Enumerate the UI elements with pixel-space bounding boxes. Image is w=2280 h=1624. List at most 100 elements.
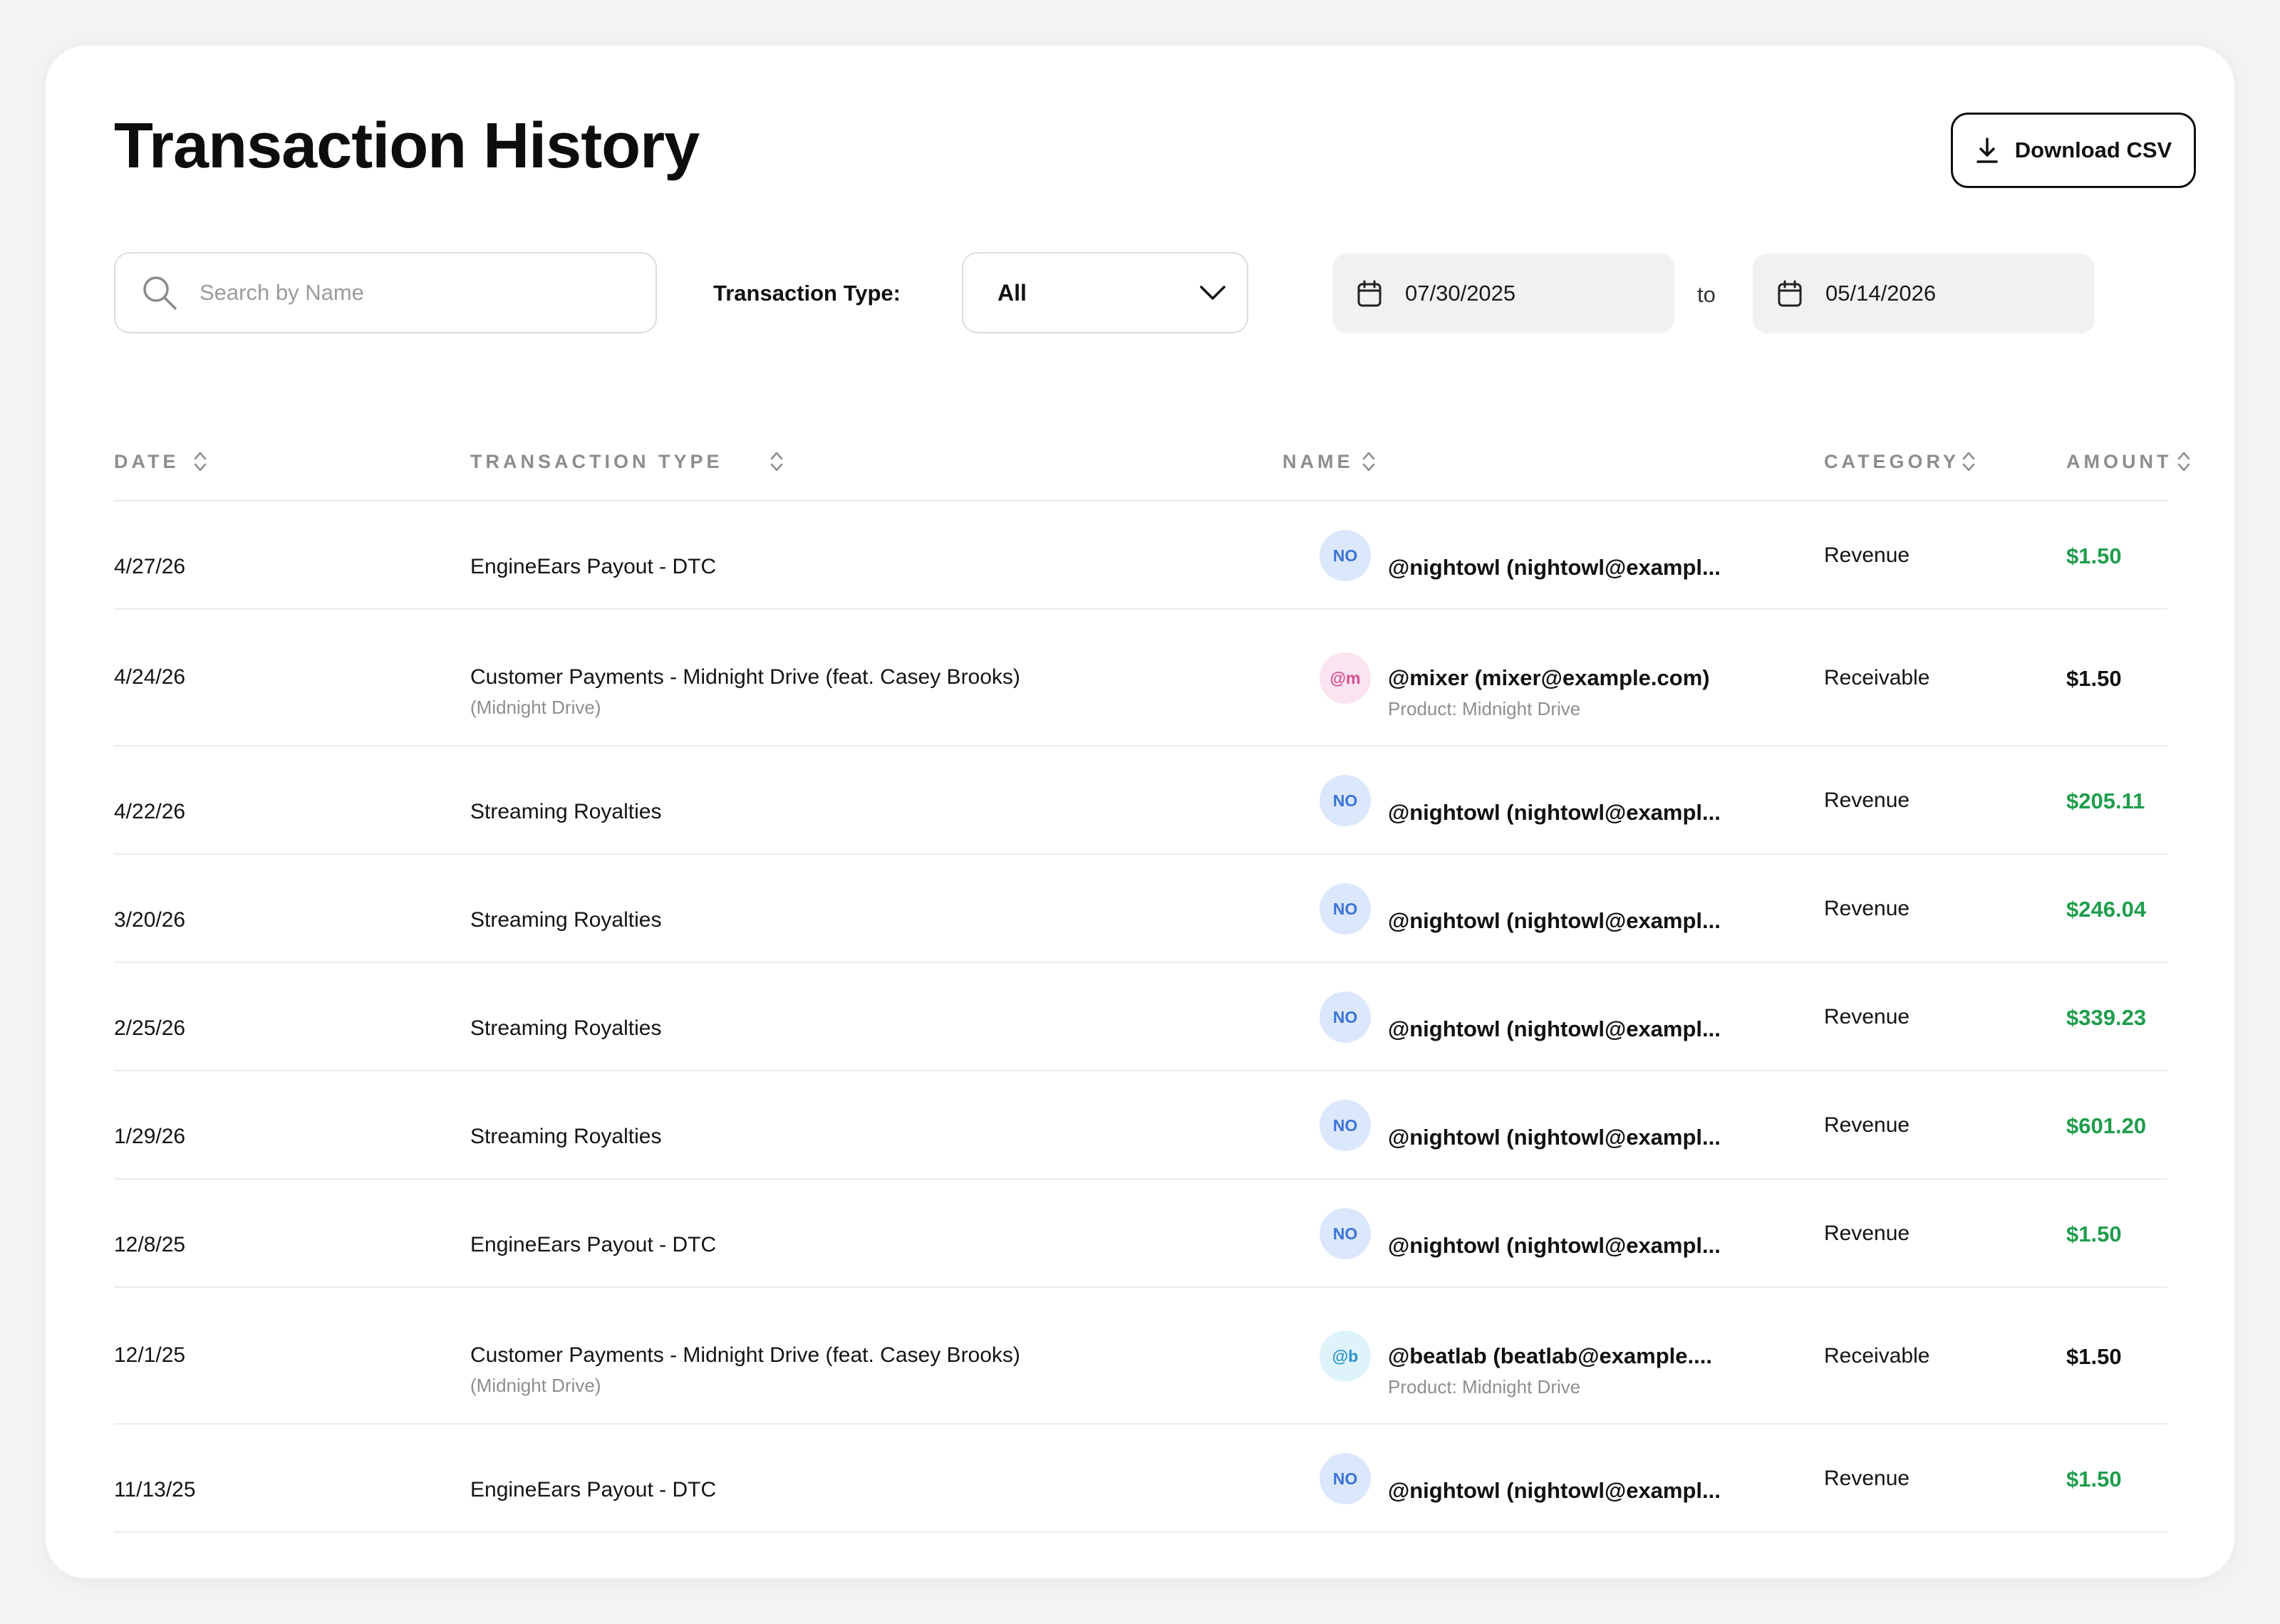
column-header-amount[interactable]: AMOUNT <box>2066 449 2192 474</box>
download-csv-button[interactable]: Download CSV <box>1951 113 2196 188</box>
transaction-type-text: EngineEars Payout - DTC <box>470 1233 717 1256</box>
row-amount: $1.50 <box>2066 1222 2122 1246</box>
row-date: 4/22/26 <box>114 800 186 823</box>
avatar: NO <box>1320 1453 1371 1504</box>
table-row[interactable]: 4/22/26 Streaming Royalties NO @nightowl (n… <box>114 746 2167 855</box>
transaction-type-subtext: (Midnight Drive) <box>470 697 601 718</box>
row-name[interactable]: @nightowl (nightowl@exampl... <box>1388 1233 1721 1259</box>
download-csv-label: Download CSV <box>2014 137 2172 162</box>
transaction-type-text: Streaming Royalties <box>470 1125 662 1148</box>
row-amount: $1.50 <box>2066 666 2122 691</box>
download-icon <box>1976 137 1998 163</box>
date-to-field[interactable]: 05/14/2026 <box>1753 254 2095 333</box>
transaction-type-subtext: (Midnight Drive) <box>470 1375 601 1396</box>
column-header-category[interactable]: CATEGORY <box>1824 449 1976 474</box>
transaction-type-text: Customer Payments - Midnight Drive (feat… <box>470 1343 1020 1367</box>
date-to-value: 05/14/2026 <box>1825 281 1937 306</box>
row-category: Revenue <box>1824 1467 1910 1490</box>
row-amount: $601.20 <box>2066 1113 2147 1138</box>
transaction-type-value: All <box>998 279 1027 306</box>
table-row[interactable]: 12/1/25 Customer Payments - Midnight Driv… <box>114 1288 2167 1425</box>
calendar-icon <box>1357 280 1382 307</box>
row-category: Receivable <box>1824 666 1930 689</box>
column-header-date[interactable]: DATE <box>114 449 208 474</box>
row-category: Revenue <box>1824 543 1910 567</box>
row-transaction-type: Streaming Royalties <box>470 800 661 824</box>
name-text: @beatlab (beatlab@example.... <box>1388 1343 1712 1368</box>
transactions-card: Transaction History Download CSV Transac… <box>46 46 2234 1578</box>
row-transaction-type: Streaming Royalties <box>470 908 661 932</box>
search-box[interactable] <box>114 252 657 333</box>
name-text: @nightowl (nightowl@exampl... <box>1388 1478 1721 1503</box>
avatar: @m <box>1320 652 1371 704</box>
row-name[interactable]: @mixer (mixer@example.com) Product: Midni… <box>1388 665 1710 720</box>
row-transaction-type: EngineEars Payout - DTC <box>470 555 716 579</box>
table-row[interactable]: 2/25/26 Streaming Royalties NO @nightowl (n… <box>114 963 2167 1071</box>
row-transaction-type: EngineEars Payout - DTC <box>470 1233 716 1257</box>
row-amount: $205.11 <box>2066 788 2145 813</box>
name-subtext: Product: Midnight Drive <box>1388 698 1581 719</box>
row-name[interactable]: @nightowl (nightowl@exampl... <box>1388 1478 1721 1504</box>
transaction-type-text: Streaming Royalties <box>470 908 662 932</box>
table-row[interactable]: 1/29/26 Streaming Royalties NO @nightowl (n… <box>114 1071 2167 1180</box>
name-text: @nightowl (nightowl@exampl... <box>1388 555 1721 580</box>
row-amount: $1.50 <box>2066 1344 2122 1369</box>
calendar-icon <box>1778 280 1802 307</box>
sort-icon <box>194 452 206 472</box>
avatar: NO <box>1320 1100 1371 1151</box>
row-date: 3/20/26 <box>114 908 186 932</box>
transaction-type-label: Transaction Type: <box>713 281 901 306</box>
row-name[interactable]: @nightowl (nightowl@exampl... <box>1388 800 1721 826</box>
name-text: @mixer (mixer@example.com) <box>1388 665 1710 690</box>
row-transaction-type: Streaming Royalties <box>470 1016 661 1041</box>
transaction-type-text: EngineEars Payout - DTC <box>470 1478 717 1501</box>
row-date: 4/27/26 <box>114 555 186 578</box>
date-from-field[interactable]: 07/30/2025 <box>1332 254 1674 333</box>
row-date: 4/24/26 <box>114 665 186 689</box>
date-from-value: 07/30/2025 <box>1405 281 1516 306</box>
search-input[interactable] <box>200 280 598 306</box>
avatar: NO <box>1320 883 1371 935</box>
transaction-type-text: Streaming Royalties <box>470 1016 662 1040</box>
sort-icon <box>770 452 782 472</box>
name-text: @nightowl (nightowl@exampl... <box>1388 908 1721 933</box>
table-row[interactable]: 12/8/25 EngineEars Payout - DTC NO @nightow… <box>114 1180 2167 1288</box>
sort-icon <box>1962 452 1975 472</box>
transaction-type-select[interactable]: All <box>962 252 1248 333</box>
row-date: 12/8/25 <box>114 1233 186 1256</box>
name-text: @nightowl (nightowl@exampl... <box>1388 1016 1721 1041</box>
name-text: @nightowl (nightowl@exampl... <box>1388 1125 1721 1150</box>
row-category: Revenue <box>1824 1222 1910 1245</box>
sort-icon <box>2178 452 2190 472</box>
page-title: Transaction History <box>114 110 700 182</box>
row-date: 2/25/26 <box>114 1016 186 1040</box>
row-name[interactable]: @nightowl (nightowl@exampl... <box>1388 555 1721 581</box>
row-transaction-type: Customer Payments - Midnight Drive (feat… <box>470 1343 1020 1397</box>
row-amount: $1.50 <box>2066 543 2122 568</box>
avatar: NO <box>1320 1208 1371 1259</box>
row-category: Revenue <box>1824 788 1910 812</box>
avatar: @b <box>1320 1331 1371 1382</box>
row-category: Revenue <box>1824 1113 1910 1137</box>
table-row[interactable]: 4/24/26 Customer Payments - Midnight Driv… <box>114 610 2167 746</box>
column-header-name[interactable]: NAME <box>1282 449 1377 474</box>
row-name[interactable]: @beatlab (beatlab@example.... Product: Mi… <box>1388 1343 1712 1398</box>
row-name[interactable]: @nightowl (nightowl@exampl... <box>1388 908 1721 934</box>
row-amount: $1.50 <box>2066 1467 2122 1492</box>
table-row[interactable]: 3/20/26 Streaming Royalties NO @nightowl (n… <box>114 855 2167 963</box>
column-header-transaction-type[interactable]: TRANSACTION TYPE <box>470 449 784 474</box>
name-subtext: Product: Midnight Drive <box>1388 1376 1581 1397</box>
avatar: NO <box>1320 775 1371 826</box>
transaction-type-text: EngineEars Payout - DTC <box>470 555 717 578</box>
avatar: NO <box>1320 991 1371 1043</box>
row-date: 12/1/25 <box>114 1343 186 1367</box>
avatar: NO <box>1320 530 1371 581</box>
transaction-type-text: Streaming Royalties <box>470 800 662 823</box>
row-category: Revenue <box>1824 1005 1910 1029</box>
table-row[interactable]: 11/13/25 EngineEars Payout - DTC NO @nighto… <box>114 1425 2167 1533</box>
row-date: 1/29/26 <box>114 1125 186 1148</box>
table-row[interactable]: 4/27/26 EngineEars Payout - DTC NO @nightow… <box>114 501 2167 610</box>
row-name[interactable]: @nightowl (nightowl@exampl... <box>1388 1125 1721 1150</box>
row-name[interactable]: @nightowl (nightowl@exampl... <box>1388 1016 1721 1042</box>
row-transaction-type: Streaming Royalties <box>470 1125 661 1149</box>
